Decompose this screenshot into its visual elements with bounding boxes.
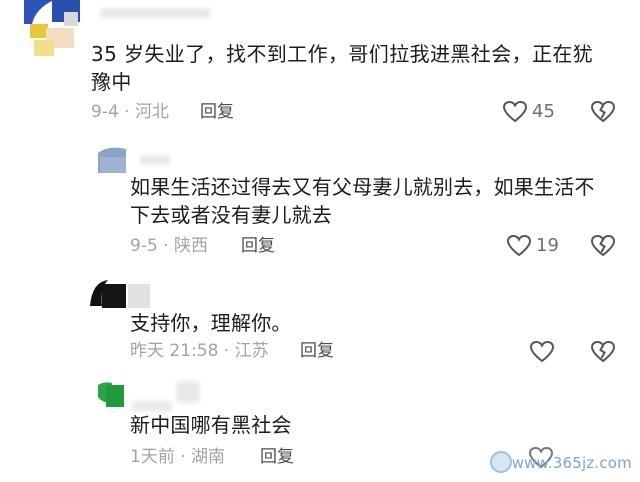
comment-meta: 9-4 · 河北 (91, 102, 169, 122)
avatar[interactable] (94, 379, 126, 409)
like-count: 45 (532, 101, 555, 122)
heart-outline-icon[interactable] (529, 340, 555, 364)
watermark: www.365jz.com (511, 454, 632, 472)
avatar[interactable] (96, 145, 128, 175)
reply-button[interactable]: 回复 (260, 446, 294, 468)
comment-meta: 昨天 21:58 · 江苏 (130, 341, 269, 361)
comment-text: 如果生活还过得去又有父母妻儿就别去，如果生活不下去或者没有妻儿就去 (130, 175, 595, 227)
comment-item: 35 岁失业了，找不到工作，哥们拉我进黑社会，正在犹豫中 9-4 · 河北 回复… (0, 0, 640, 130)
comment-meta: 1天前 · 湖南 (130, 447, 226, 467)
comment-item: 支持你，理解你。 昨天 21:58 · 江苏 回复 (0, 270, 640, 370)
username[interactable] (100, 8, 210, 18)
broken-heart-icon[interactable] (590, 100, 616, 124)
username-extra (176, 381, 200, 403)
comment-text: 新中国哪有黑社会 (130, 413, 292, 437)
broken-heart-icon[interactable] (590, 340, 616, 364)
like-count: 19 (536, 235, 559, 256)
comment-text: 35 岁失业了，找不到工作，哥们拉我进黑社会，正在犹豫中 (91, 42, 594, 94)
username[interactable] (132, 401, 172, 411)
comment-item: 如果生活还过得去又有父母妻儿就别去，如果生活不下去或者没有妻儿就去 9-5 · … (0, 135, 640, 265)
avatar[interactable] (24, 0, 80, 58)
reply-button[interactable]: 回复 (200, 101, 234, 123)
heart-outline-icon[interactable] (502, 100, 528, 124)
heart-outline-icon[interactable] (506, 234, 532, 258)
username[interactable] (140, 155, 170, 165)
reply-button[interactable]: 回复 (300, 340, 334, 362)
reply-button[interactable]: 回复 (241, 235, 275, 257)
watermark-logo-icon (490, 451, 512, 473)
comment-text: 支持你，理解你。 (130, 311, 292, 335)
broken-heart-icon[interactable] (590, 234, 616, 258)
avatar[interactable] (90, 278, 152, 308)
comment-meta: 9-5 · 陕西 (130, 236, 208, 256)
